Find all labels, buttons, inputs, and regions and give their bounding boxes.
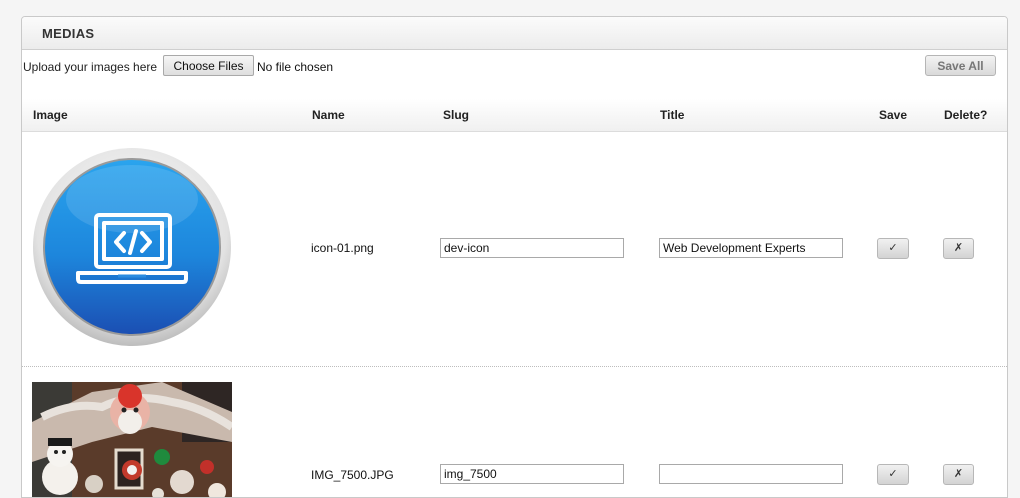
medias-panel: MEDIAS Upload your images here Choose Fi…	[21, 16, 1008, 498]
media-name: IMG_7500.JPG	[311, 468, 394, 482]
col-header-delete: Delete?	[944, 108, 988, 122]
col-header-name: Name	[312, 108, 345, 122]
col-header-title: Title	[660, 108, 685, 122]
col-header-save: Save	[879, 108, 908, 122]
save-row-button[interactable]: ✓	[877, 238, 909, 259]
upload-label: Upload your images here	[23, 60, 158, 74]
delete-row-button[interactable]: ✗	[943, 464, 974, 485]
title-input[interactable]	[659, 238, 843, 258]
table-row: IMG_7500.JPG ✓ ✗	[22, 367, 1007, 497]
col-header-image: Image	[33, 108, 68, 122]
title-input[interactable]	[659, 464, 843, 484]
panel-header: MEDIAS	[22, 17, 1007, 50]
laptop-code-icon	[33, 148, 231, 346]
save-row-button[interactable]: ✓	[877, 464, 909, 485]
slug-input[interactable]	[440, 464, 624, 484]
col-header-slug: Slug	[443, 108, 469, 122]
save-all-button[interactable]: Save All	[925, 55, 996, 76]
table-header: Image Name Slug Title Save Delete?	[22, 99, 1007, 132]
file-status: No file chosen	[257, 60, 334, 74]
media-name: icon-01.png	[311, 241, 374, 255]
slug-input[interactable]	[440, 238, 624, 258]
delete-row-button[interactable]: ✗	[943, 238, 974, 259]
choose-files-button[interactable]: Choose Files	[163, 55, 254, 76]
panel-title: MEDIAS	[42, 26, 95, 41]
table-row: icon-01.png ✓ ✗	[22, 132, 1007, 367]
